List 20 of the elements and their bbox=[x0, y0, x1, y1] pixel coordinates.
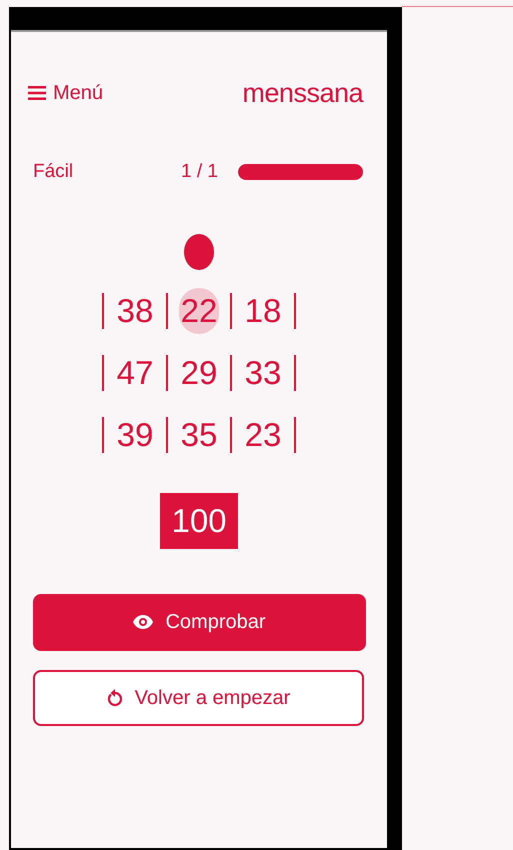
number-cell[interactable]: 39 bbox=[115, 412, 155, 458]
target-sum: 100 bbox=[160, 492, 238, 548]
progress-counter: 1 / 1 bbox=[181, 160, 219, 184]
difficulty-label: Fácil bbox=[33, 160, 74, 184]
number-cell[interactable]: 18 bbox=[243, 288, 283, 334]
indicator-dot bbox=[184, 234, 214, 270]
number-cell[interactable]: 22 bbox=[179, 288, 219, 334]
menu-button[interactable]: Menú bbox=[28, 78, 104, 108]
eye-icon bbox=[133, 615, 154, 629]
menu-icon bbox=[28, 86, 46, 100]
number-cell[interactable]: 38 bbox=[115, 288, 155, 334]
number-cell[interactable]: 33 bbox=[243, 350, 283, 396]
number-cell[interactable]: 29 bbox=[179, 350, 219, 396]
number-cell[interactable]: 35 bbox=[179, 412, 219, 458]
logo: menssana bbox=[242, 76, 363, 110]
number-cell[interactable]: 23 bbox=[243, 412, 283, 458]
number-cell[interactable]: 47 bbox=[115, 350, 155, 396]
check-button[interactable]: Comprobar bbox=[33, 594, 366, 650]
restart-icon bbox=[106, 688, 123, 707]
restart-button[interactable]: Volver a empezar bbox=[33, 670, 364, 726]
